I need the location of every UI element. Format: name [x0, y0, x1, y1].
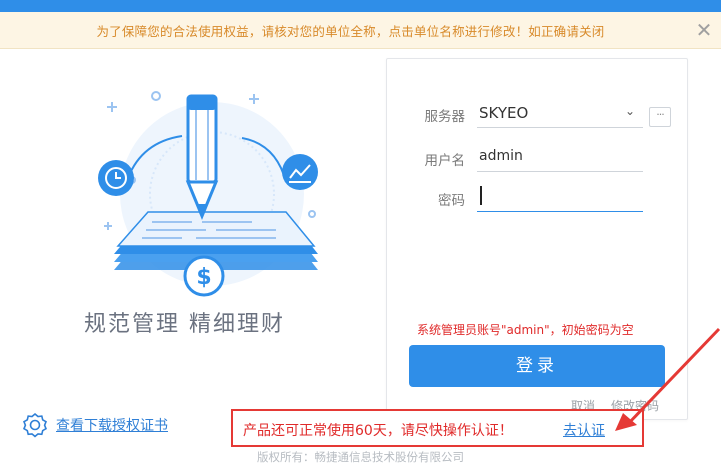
notice-bar: 为了保障您的合法使用权益，请核对您的单位全称，点击单位名称进行修改！如正确请关闭…	[0, 12, 721, 49]
login-panel: 服务器 SKYEO ⌄ ··· 用户名 admin 密码 系统管理员账号"adm…	[386, 58, 688, 420]
slogan: 规范管理 精细理财	[84, 312, 285, 337]
dollar-icon: $	[183, 255, 225, 297]
server-more-button[interactable]: ···	[649, 107, 671, 127]
password-input[interactable]	[477, 181, 643, 212]
password-label: 密码	[438, 193, 465, 209]
go-certify-link[interactable]: 去认证	[563, 420, 605, 440]
chevron-down-icon[interactable]: ⌄	[625, 104, 635, 118]
password-row: 密码	[387, 181, 687, 213]
login-button[interactable]: 登录	[409, 345, 665, 387]
cert-download-link[interactable]: 查看下载授权证书	[22, 412, 168, 438]
server-value: SKYEO	[479, 104, 529, 122]
window-title-bar	[0, 0, 721, 12]
text-caret	[480, 186, 482, 205]
username-input[interactable]: admin	[477, 141, 643, 172]
server-select[interactable]: SKYEO ⌄	[477, 97, 643, 128]
trial-alert: 产品还可正常使用60天，请尽快操作认证！ 去认证	[231, 409, 644, 447]
server-label: 服务器	[424, 109, 466, 125]
notice-text[interactable]: 为了保障您的合法使用权益，请核对您的单位全称，点击单位名称进行修改！如正确请关闭	[96, 21, 604, 40]
username-value: admin	[479, 148, 523, 164]
server-row: 服务器 SKYEO ⌄	[387, 97, 687, 129]
user-row: 用户名 admin	[387, 141, 687, 173]
trial-alert-text: 产品还可正常使用60天，请尽快操作认证！	[243, 423, 513, 439]
certificate-icon	[22, 412, 48, 438]
close-icon[interactable]: ✕	[693, 19, 715, 41]
hero-illustration: $	[98, 91, 318, 297]
chart-icon	[282, 154, 318, 190]
copyright: 版权所有：畅捷通信息技术股份有限公司	[257, 450, 464, 464]
user-label: 用户名	[424, 153, 466, 169]
clock-icon	[98, 160, 134, 196]
svg-text:$: $	[196, 265, 211, 290]
admin-hint: 系统管理员账号"admin"，初始密码为空	[417, 323, 634, 337]
cert-link-text[interactable]: 查看下载授权证书	[56, 415, 168, 435]
